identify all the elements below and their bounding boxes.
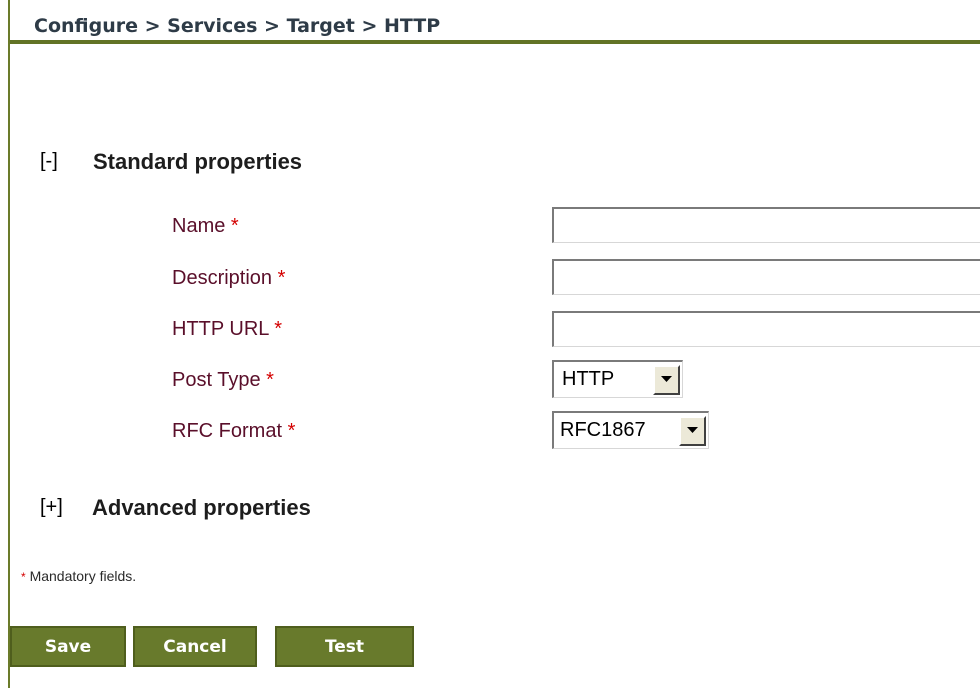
test-button[interactable]: Test (275, 626, 414, 667)
advanced-properties-toggle[interactable]: [+] (40, 496, 63, 519)
page-header: Configure > Services > Target > HTTP (10, 0, 980, 44)
rfc-format-label: RFC Format * (172, 420, 296, 442)
mandatory-note: * Mandatory fields. (21, 568, 137, 584)
standard-properties-toggle[interactable]: [-] (40, 150, 58, 173)
rfc-format-value: RFC1867 (560, 419, 646, 441)
name-input[interactable] (552, 207, 980, 243)
post-type-select[interactable]: HTTP (552, 360, 683, 398)
required-marker: * (21, 570, 26, 584)
post-type-label: Post Type * (172, 369, 274, 391)
standard-properties-title: Standard properties (93, 149, 303, 174)
required-marker: * (230, 215, 239, 237)
advanced-properties-title: Advanced properties (92, 495, 311, 520)
required-marker: * (274, 318, 283, 340)
required-marker: * (287, 420, 296, 442)
cancel-button[interactable]: Cancel (133, 626, 257, 667)
save-button[interactable]: Save (10, 626, 126, 667)
description-input[interactable] (552, 259, 980, 295)
rfc-format-select[interactable]: RFC1867 (552, 411, 709, 449)
chevron-down-icon[interactable] (653, 364, 680, 395)
required-marker: * (277, 267, 286, 289)
breadcrumb: Configure > Services > Target > HTTP (34, 15, 441, 37)
chevron-down-icon[interactable] (679, 415, 706, 446)
required-marker: * (266, 369, 274, 391)
description-label: Description * (172, 267, 286, 289)
http-url-label: HTTP URL * (172, 318, 283, 340)
name-label: Name * (172, 215, 239, 237)
post-type-value: HTTP (562, 368, 615, 390)
http-url-input[interactable] (552, 311, 980, 347)
